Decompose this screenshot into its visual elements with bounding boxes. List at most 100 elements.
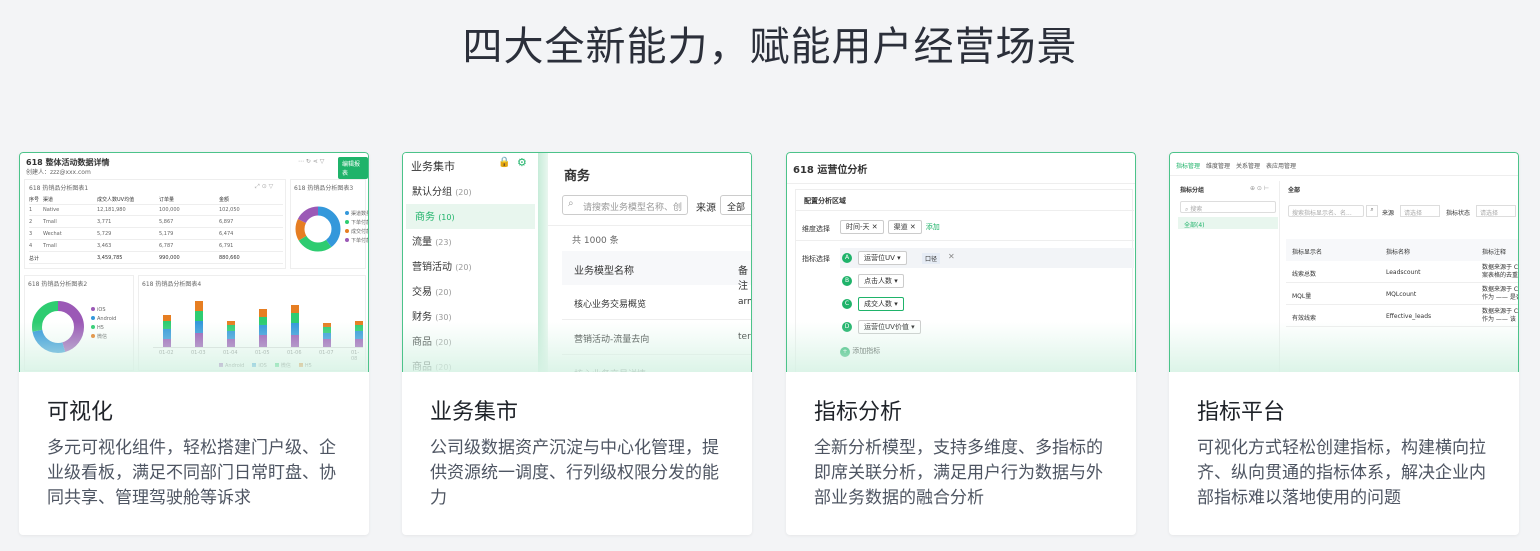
model-name: 核心业务交易概览 [574,300,647,310]
table-cell: Tmall [43,243,57,249]
table-cell: 6,787 [159,243,174,249]
card-business-market[interactable]: 业务集市 🔒 ⚙ 默认分组 (20) 商务 (10) 流量 (23) 营销活动 (20… [402,152,752,535]
source-select[interactable]: 全部 [720,195,751,215]
metric-select[interactable]: 运营位UV价值 ▾ [858,320,921,334]
table-row[interactable]: 核心业务交易详情 [562,355,751,372]
legend-item: Android [219,363,244,369]
legend-item: 成交付款人数 [345,228,368,237]
table-row[interactable]: 有效线索 Effective_leads 数据来源于 C 作为 —— 该 [1286,305,1519,327]
card-description: 公司级数据资产沉淀与中心化管理，提供资源统一调度、行列级权限分发的能力 [430,438,719,508]
group-icons[interactable]: ⊕ ⊙ ⊢ [1250,185,1269,192]
group-item[interactable]: 营销活动 (20) [403,254,538,279]
card-metric-analysis[interactable]: 618 运营位分析 配置分析区域 维度选择 时间-天 ✕ 渠道 ✕ 添加 指标选择 … [786,152,1136,535]
group-item[interactable]: 商务 (10) [406,204,535,229]
metric-note: 数据来源于 C 作为 —— 该 [1482,308,1519,323]
visualization-screenshot: 618 整体活动数据详情 创建人：zzz@xxx.com ⋯ ↻ ⋖ ▽ 编辑报… [19,152,369,372]
tab-item[interactable]: 表应用管理 [1266,163,1296,170]
card-title: 业务集市 [430,400,519,425]
metric-filter-input[interactable]: 搜索指标显示名、名... [1288,205,1364,217]
table-row[interactable]: 线索总数 Leadscount 数据来源于 C 案表格的去重 [1286,261,1518,283]
group-item-all[interactable]: 全部(4) [1178,217,1278,229]
table-row[interactable]: 核心业务交易概览 arm [562,285,751,320]
bar [227,321,235,347]
table-cell: 3,771 [97,219,112,225]
metric-select[interactable]: 成交人数 ▾ [858,297,904,311]
metric-name: Leadscount [1386,269,1421,276]
table-cell: 1 [29,207,33,213]
metric-select[interactable]: 点击人数 ▾ [858,274,904,288]
tab-item[interactable]: 关系管理 [1236,163,1260,170]
source-label: 来源 [696,203,716,214]
panel4-title: 618 热销品分析图表4 [142,281,202,288]
metric-row[interactable]: C 成交人数 ▾ [840,294,1134,314]
group-item[interactable]: 商品 (20) [403,354,538,372]
group-search-input[interactable]: ⌕ 搜索 [1180,201,1276,213]
tab-item[interactable]: 维度管理 [1206,163,1230,170]
table-header-row: 序号 渠道 成交人数UV均值 订单量 金额 [29,194,283,205]
search-icon: ⌕ [568,198,574,209]
metric-select[interactable]: 运营位UV ▾ [858,251,907,265]
lock-icon[interactable]: 🔒 [498,157,510,168]
metric-analysis-screenshot: 618 运营位分析 配置分析区域 维度选择 时间-天 ✕ 渠道 ✕ 添加 指标选择 … [786,152,1136,372]
panel-donut-1: 618 热销品分析图表3 渠道数量下单付款成交付款人数下单付款数量 [290,179,368,269]
x-tick-label: 01-08 [351,350,360,362]
dim-label: 维度选择 [802,225,830,233]
config-area: 配置分析区域 维度选择 时间-天 ✕ 渠道 ✕ 添加 指标选择 A 运营位UV ▾ 口径… [795,189,1134,372]
table-cell: 6,791 [219,243,234,249]
dashboard-subtitle: 创建人：zzz@xxx.com [26,169,91,176]
table-cell: 成交人数UV均值 [97,197,135,203]
table-cell: 990,000 [159,255,180,261]
card-visualization[interactable]: 618 整体活动数据详情 创建人：zzz@xxx.com ⋯ ↻ ⋖ ▽ 编辑报… [19,152,369,535]
table-cell: Tmall [43,219,57,225]
metric-letter: D [842,322,852,332]
card-description: 多元可视化组件，轻松搭建门户级、企业级看板，满足不同部门日常盯盘、协同共享、管理… [47,438,336,508]
group-item[interactable]: 交易 (20) [403,279,538,304]
add-dimension-link[interactable]: 添加 [926,223,940,231]
bar [259,309,267,347]
table-row[interactable]: MQL量 MQLcount 数据来源于 C 作为 —— 是否 [1286,283,1518,305]
add-metric-button[interactable]: + 添加指标 [840,346,880,357]
legend-item: iOS [252,363,267,369]
metric-row[interactable]: B 点击人数 ▾ [840,271,1134,291]
table-cell: 订单量 [159,197,175,203]
group-item[interactable]: 默认分组 (20) [403,179,538,204]
metric-row[interactable]: D 运营位UV价值 ▾ [840,317,1134,337]
search-icon[interactable]: ⌕ [1366,205,1378,217]
metric-letter: A [842,253,852,263]
model-search-input[interactable]: ⌕ 请搜索业务模型名称、创 [562,195,688,215]
metric-tag[interactable]: 口径 [922,253,941,264]
dimension-pill[interactable]: 时间-天 ✕ [840,220,884,234]
card-metric-platform[interactable]: 指标管理 维度管理 关系管理 表应用管理 指标分组 ⊕ ⊙ ⊢ ⌕ 搜索 全部(4) … [1169,152,1519,535]
table-row[interactable]: 营销活动-流量去向 tere [562,320,751,355]
source-select[interactable]: 请选择 [1400,205,1440,217]
bar [355,321,363,347]
group-item[interactable]: 商品 (20) [403,329,538,354]
table-row: 4 Tmall 3,463 6,787 6,791 [29,241,283,252]
state-select[interactable]: 请选择 [1476,205,1516,217]
group-item[interactable]: 流量 (23) [403,229,538,254]
x-tick-label: 01-02 [159,350,174,356]
table-cell: 3,463 [97,243,112,249]
settings-icon[interactable]: ⚙ [517,156,527,169]
dimension-pill[interactable]: 渠道 ✕ [887,220,922,234]
card-title: 指标平台 [1197,400,1286,425]
card-title: 指标分析 [814,400,903,425]
edit-report-button[interactable]: 编辑报表 [338,157,368,179]
table-cell: 5,867 [159,219,174,225]
total-count: 共 1000 条 [572,236,619,246]
table-row: 3 Wechat 5,729 5,179 6,474 [29,229,283,240]
bar [195,301,203,347]
close-icon[interactable]: ✕ [948,252,955,261]
market-sidebar: 业务集市 🔒 ⚙ 默认分组 (20) 商务 (10) 流量 (23) 营销活动 (20… [403,153,538,372]
table-cell: Wechat [43,231,62,237]
model-name: 营销活动-流量去向 [574,335,650,345]
metric-row[interactable]: A 运营位UV ▾ 口径 ✕ [840,248,1134,268]
card-title: 可视化 [47,400,114,425]
table-cell: 12,181,980 [97,207,126,213]
metric-name: MQLcount [1386,291,1417,298]
x-tick-label: 01-07 [319,350,334,356]
legend-item: 下单付款数量 [345,237,368,246]
tab-item[interactable]: 指标管理 [1176,163,1200,170]
analysis-title: 618 运营位分析 [793,165,868,176]
group-item[interactable]: 财务 (30) [403,304,538,329]
